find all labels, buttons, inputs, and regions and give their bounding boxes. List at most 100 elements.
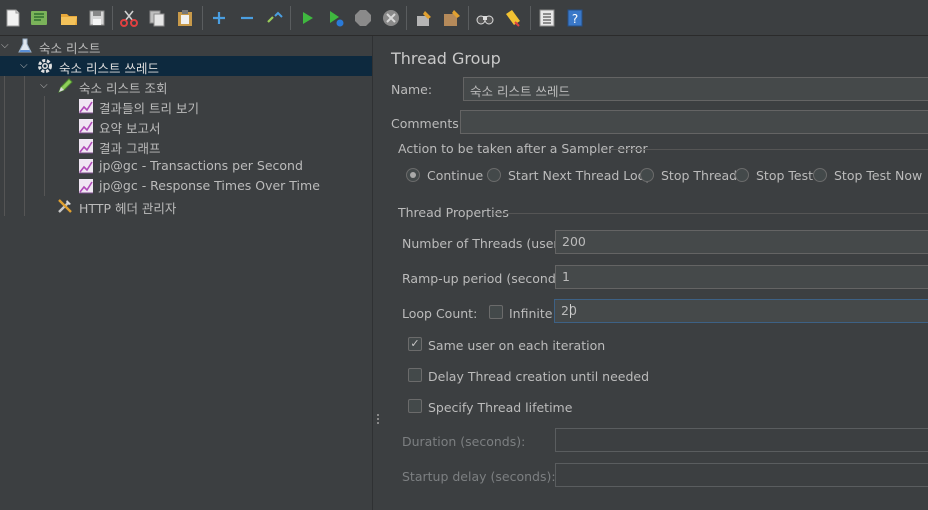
tree-item-label: jp@gc - Transactions per Second bbox=[99, 158, 303, 173]
grip-dot bbox=[377, 418, 379, 420]
loop-count-value: 20 bbox=[561, 303, 577, 318]
copy-icon[interactable] bbox=[146, 7, 168, 29]
duration-field[interactable] bbox=[555, 428, 928, 452]
infinite-checkbox[interactable] bbox=[489, 305, 503, 319]
duration-label: Duration (seconds): bbox=[402, 434, 526, 449]
collapse-icon[interactable] bbox=[236, 7, 258, 29]
listener-graph-icon bbox=[77, 117, 95, 135]
start-no-pause-icon[interactable] bbox=[324, 7, 346, 29]
tree-item-thread-group[interactable]: ⌵ 숙소 리스트 쓰레드 bbox=[0, 56, 372, 76]
tree-item-label: HTTP 헤더 관리자 bbox=[79, 201, 177, 216]
panel-title: Thread Group bbox=[391, 49, 501, 68]
threads-label: Number of Threads (users): bbox=[402, 236, 575, 251]
radio-stop-test-now-label[interactable]: Stop Test Now bbox=[834, 168, 922, 183]
test-plan-icon bbox=[16, 37, 34, 55]
tree-item-listener[interactable]: 결과들의 트리 보기 bbox=[0, 96, 372, 116]
toolbar-separator bbox=[290, 6, 291, 30]
toggle-icon[interactable] bbox=[264, 7, 286, 29]
test-plan-tree: ⌵ 숙소 리스트 ⌵ 숙소 리스트 쓰레드 ⌵ 숙소 리스트 조회 결과들의 트… bbox=[0, 36, 372, 510]
comments-field[interactable] bbox=[460, 110, 928, 134]
tree-item-listener[interactable]: 요약 보고서 bbox=[0, 116, 372, 136]
toolbar-separator bbox=[112, 6, 113, 30]
name-field[interactable]: 숙소 리스트 쓰레드 bbox=[463, 77, 928, 101]
paste-icon[interactable] bbox=[174, 7, 196, 29]
open-icon[interactable] bbox=[58, 7, 80, 29]
split-pane-divider[interactable] bbox=[372, 36, 382, 510]
radio-continue-label[interactable]: Continue bbox=[427, 168, 483, 183]
radio-stop-thread-label[interactable]: Stop Thread bbox=[661, 168, 737, 183]
start-icon[interactable] bbox=[296, 7, 318, 29]
cut-icon[interactable] bbox=[118, 7, 140, 29]
thread-group-panel: Thread Group Name: 숙소 리스트 쓰레드 Comments: … bbox=[382, 36, 928, 510]
radio-stop-test-label[interactable]: Stop Test bbox=[756, 168, 813, 183]
shutdown-icon[interactable] bbox=[380, 7, 402, 29]
radio-stop-thread[interactable] bbox=[640, 168, 654, 182]
tree-item-listener[interactable]: jp@gc - Response Times Over Time bbox=[0, 176, 372, 196]
radio-continue[interactable] bbox=[406, 168, 420, 182]
radio-stop-test[interactable] bbox=[735, 168, 749, 182]
save-icon[interactable] bbox=[86, 7, 108, 29]
tree-item-listener[interactable]: 결과 그래프 bbox=[0, 136, 372, 156]
new-icon[interactable] bbox=[2, 7, 24, 29]
loop-count-field[interactable]: 20 bbox=[554, 299, 928, 323]
tree-item-listener[interactable]: jp@gc - Transactions per Second bbox=[0, 156, 372, 176]
thread-lifetime-checkbox[interactable] bbox=[408, 399, 422, 413]
chevron-down-icon[interactable]: ⌵ bbox=[20, 61, 30, 71]
name-label: Name: bbox=[391, 82, 433, 97]
rampup-label: Ramp-up period (seconds): bbox=[402, 271, 572, 286]
tree-item-label: 숙소 리스트 조회 bbox=[79, 81, 168, 96]
gear-icon bbox=[36, 57, 54, 75]
stop-icon[interactable] bbox=[352, 7, 374, 29]
tree-item-label: jp@gc - Response Times Over Time bbox=[99, 178, 320, 193]
chevron-down-icon[interactable]: ⌵ bbox=[1, 41, 11, 51]
text-caret bbox=[570, 304, 571, 318]
delay-thread-label[interactable]: Delay Thread creation until needed bbox=[428, 369, 649, 384]
infinite-label[interactable]: Infinite bbox=[509, 306, 552, 321]
tree-item-http-sampler[interactable]: ⌵ 숙소 리스트 조회 bbox=[0, 76, 372, 96]
listener-graph-icon bbox=[77, 157, 95, 175]
toolbar-separator bbox=[530, 6, 531, 30]
tree-item-label: 숙소 리스트 쓰레드 bbox=[59, 61, 159, 76]
help-icon[interactable]: ? bbox=[564, 7, 586, 29]
chevron-down-icon[interactable]: ⌵ bbox=[40, 81, 50, 91]
reset-search-icon[interactable] bbox=[502, 7, 524, 29]
thread-lifetime-label[interactable]: Specify Thread lifetime bbox=[428, 400, 572, 415]
tree-item-label: 숙소 리스트 bbox=[39, 41, 101, 56]
tree-item-header-manager[interactable]: HTTP 헤더 관리자 bbox=[0, 196, 372, 216]
same-user-checkbox[interactable]: ✓ bbox=[408, 337, 422, 351]
search-icon[interactable] bbox=[474, 7, 496, 29]
group-border bbox=[610, 149, 928, 150]
radio-start-next-thread-loop-label[interactable]: Start Next Thread Loop bbox=[508, 168, 653, 183]
threads-field[interactable]: 200 bbox=[555, 230, 928, 254]
toolbar: ? bbox=[0, 0, 928, 36]
grip-dot bbox=[377, 414, 379, 416]
tree-item-label: 결과들의 트리 보기 bbox=[99, 101, 199, 116]
toolbar-separator bbox=[406, 6, 407, 30]
svg-text:?: ? bbox=[572, 12, 578, 26]
toolbar-separator bbox=[468, 6, 469, 30]
tree-item-label: 결과 그래프 bbox=[99, 141, 161, 156]
delay-thread-checkbox[interactable] bbox=[408, 368, 422, 382]
tree-item-label: 요약 보고서 bbox=[99, 121, 161, 136]
listener-graph-icon bbox=[77, 137, 95, 155]
grip-dot bbox=[377, 422, 379, 424]
toolbar-separator bbox=[202, 6, 203, 30]
radio-start-next-thread-loop[interactable] bbox=[487, 168, 501, 182]
tree-item-test-plan[interactable]: ⌵ 숙소 리스트 bbox=[0, 36, 372, 56]
config-tools-icon bbox=[56, 197, 74, 215]
clear-all-icon[interactable] bbox=[441, 7, 463, 29]
comments-label: Comments: bbox=[391, 116, 463, 131]
startup-delay-field[interactable] bbox=[555, 463, 928, 487]
clear-icon[interactable] bbox=[413, 7, 435, 29]
function-helper-icon[interactable] bbox=[536, 7, 558, 29]
startup-delay-label: Startup delay (seconds): bbox=[402, 469, 556, 484]
listener-graph-icon bbox=[77, 97, 95, 115]
rampup-field[interactable]: 1 bbox=[555, 265, 928, 289]
radio-stop-test-now[interactable] bbox=[813, 168, 827, 182]
expand-icon[interactable] bbox=[208, 7, 230, 29]
same-user-label[interactable]: Same user on each iteration bbox=[428, 338, 605, 353]
group-border bbox=[493, 213, 928, 214]
loop-count-label: Loop Count: bbox=[402, 306, 478, 321]
sampler-pen-icon bbox=[56, 77, 74, 95]
templates-icon[interactable] bbox=[28, 7, 50, 29]
